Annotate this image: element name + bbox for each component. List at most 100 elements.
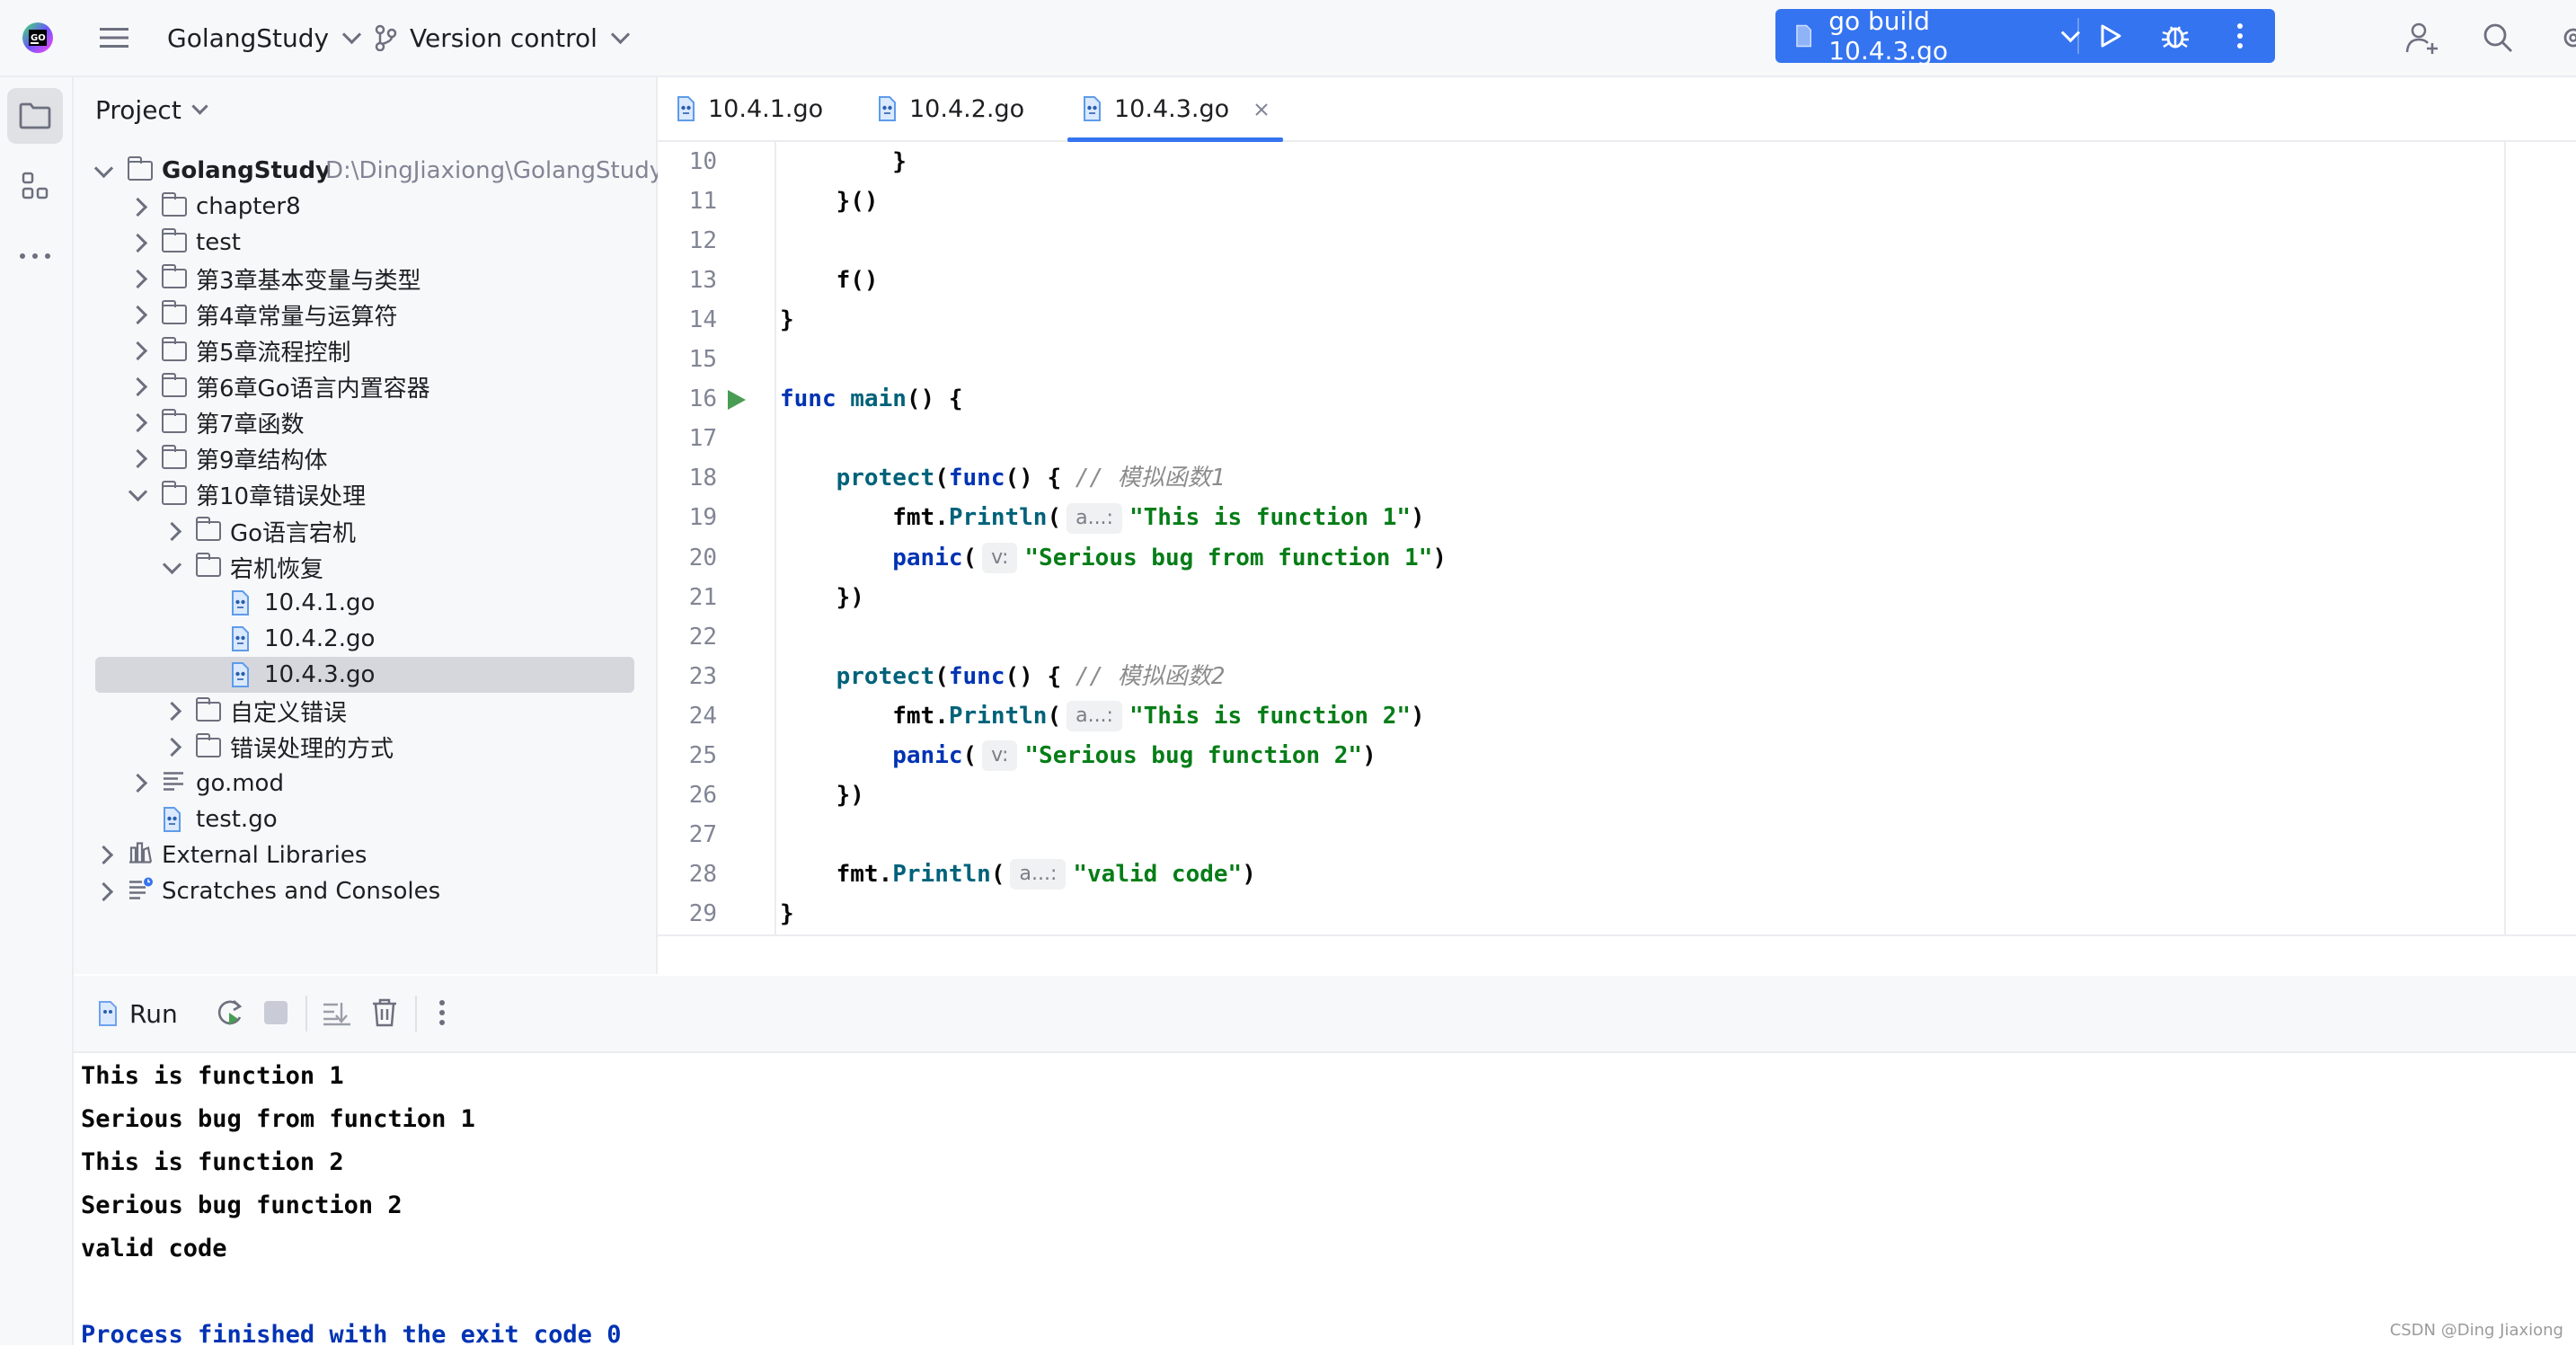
clear-console-button[interactable] — [370, 997, 399, 1032]
tree-item[interactable]: 10.4.3.go — [74, 657, 656, 693]
editor-tab[interactable]: 10.4.2.go — [877, 77, 1024, 140]
scroll-to-end-icon — [322, 999, 352, 1028]
chevron-right-icon[interactable] — [163, 521, 181, 540]
run-more-button[interactable] — [438, 999, 446, 1030]
line-number: 19 — [658, 498, 717, 537]
code-text: protect(func() { // 模拟函数1 — [780, 458, 1225, 498]
tree-item[interactable]: test — [74, 225, 656, 261]
code-text: fmt.Println(a...:"This is function 2") — [780, 696, 1425, 736]
separator — [415, 996, 417, 1032]
code-token: "Serious bug from function 1" — [1024, 545, 1432, 571]
tree-item[interactable]: 第4章常量与运算符 — [74, 297, 656, 332]
folder-icon — [162, 377, 187, 397]
code-line: 22 — [658, 617, 2576, 657]
trash-icon — [370, 997, 399, 1028]
chevron-right-icon[interactable] — [128, 774, 147, 793]
code-token: fmt — [892, 504, 934, 531]
code-token: ( — [1047, 703, 1061, 730]
tree-item[interactable]: test.go — [74, 801, 656, 837]
chevron-right-icon[interactable] — [128, 197, 147, 216]
editor-tab-label: 10.4.3.go — [1114, 95, 1229, 123]
tree-item[interactable]: GolangStudyD:\DingJiaxiong\GolangStudy — [74, 153, 656, 189]
chevron-right-icon[interactable] — [163, 702, 181, 721]
search-everywhere-button[interactable] — [2482, 0, 2514, 75]
tree-item[interactable]: 10.4.2.go — [74, 621, 656, 657]
tree-item[interactable]: 自定义错误 — [74, 694, 656, 730]
vcs-menu[interactable]: Version control — [374, 0, 627, 75]
svg-text:GO: GO — [31, 33, 46, 43]
chevron-down-icon[interactable] — [128, 483, 147, 501]
rerun-button[interactable] — [214, 997, 246, 1033]
folder-icon — [162, 485, 187, 505]
chevron-right-icon[interactable] — [128, 306, 147, 324]
run-tab[interactable]: Run — [129, 976, 178, 1051]
tree-item[interactable]: 第7章函数 — [74, 405, 656, 441]
code-editor[interactable]: 10 }11 }()1213 f()14}1516func main() {17… — [658, 142, 2576, 936]
tree-item[interactable]: Go语言宕机 — [74, 513, 656, 549]
chevron-right-icon[interactable] — [94, 846, 113, 864]
line-number: 26 — [658, 775, 717, 815]
run-gutter-icon[interactable] — [728, 390, 746, 410]
code-token — [780, 663, 837, 690]
code-token: }) — [780, 584, 864, 611]
code-token: f() — [780, 267, 879, 294]
tree-item[interactable]: 10.4.1.go — [74, 585, 656, 621]
line-number: 10 — [658, 142, 717, 182]
chevron-right-icon[interactable] — [128, 449, 147, 468]
chevron-right-icon[interactable] — [128, 377, 147, 396]
run-button[interactable] — [2079, 9, 2142, 63]
project-switcher[interactable]: GolangStudy — [167, 0, 359, 75]
tree-item[interactable]: chapter8 — [74, 189, 656, 225]
editor-tab[interactable]: 10.4.1.go — [676, 77, 823, 140]
structure-tool-button[interactable] — [7, 158, 63, 214]
code-token: "Serious bug function 2" — [1024, 742, 1362, 769]
run-tab-label: Run — [129, 999, 178, 1029]
code-text: fmt.Println(a...:"This is function 1") — [780, 498, 1425, 537]
chevron-down-icon[interactable] — [163, 554, 181, 573]
code-token: () { — [1005, 663, 1075, 690]
tree-item[interactable]: go.mod — [74, 766, 656, 801]
chevron-right-icon[interactable] — [163, 738, 181, 757]
branch-icon — [374, 24, 397, 51]
chevron-down-icon[interactable] — [94, 158, 113, 177]
stop-icon[interactable] — [264, 1001, 288, 1024]
settings-button[interactable] — [2557, 0, 2576, 75]
run-console-output[interactable]: This is function 1Serious bug from funct… — [74, 1053, 2576, 1345]
code-line: 14} — [658, 300, 2576, 340]
more-actions-button[interactable] — [2209, 9, 2271, 63]
tree-item[interactable]: 第5章流程控制 — [74, 333, 656, 369]
tree-item[interactable]: External Libraries — [74, 837, 656, 873]
tree-item[interactable]: Scratches and Consoles — [74, 873, 656, 909]
chevron-down-icon — [611, 24, 630, 43]
gofile-icon — [676, 96, 695, 121]
tree-item[interactable]: 第3章基本变量与类型 — [74, 261, 656, 297]
editor-tab[interactable]: 10.4.3.go — [1082, 77, 1269, 140]
code-text: }) — [780, 578, 864, 617]
more-tools-button[interactable] — [7, 228, 63, 284]
chevron-right-icon[interactable] — [128, 234, 147, 252]
app-logo-icon[interactable]: GO — [20, 0, 56, 75]
tree-item[interactable]: 第10章错误处理 — [74, 477, 656, 513]
chevron-right-icon[interactable] — [94, 881, 113, 900]
close-icon[interactable] — [1254, 95, 1269, 123]
chevron-right-icon[interactable] — [128, 341, 147, 360]
tree-item[interactable]: 第9章结构体 — [74, 441, 656, 477]
folder-icon — [162, 305, 187, 324]
add-user-icon — [2404, 20, 2440, 56]
debug-button[interactable] — [2142, 9, 2209, 63]
chevron-right-icon[interactable] — [128, 270, 147, 288]
gofile-icon — [1082, 96, 1102, 121]
project-tool-button[interactable] — [7, 88, 63, 144]
chevron-right-icon[interactable] — [128, 413, 147, 432]
tree-item[interactable]: 第6章Go语言内置容器 — [74, 369, 656, 405]
gofile-icon — [162, 807, 181, 832]
soft-wrap-button[interactable] — [322, 999, 352, 1032]
project-panel-header[interactable]: Project — [95, 95, 206, 125]
code-with-me-button[interactable] — [2404, 0, 2440, 75]
tree-item[interactable]: 宕机恢复 — [74, 549, 656, 585]
gofile-icon — [877, 96, 897, 121]
run-config-selector[interactable]: go build 10.4.3.go — [1775, 6, 2077, 66]
main-menu-button[interactable] — [99, 0, 129, 75]
code-token: "This is function 2" — [1129, 703, 1411, 730]
tree-item[interactable]: 错误处理的方式 — [74, 730, 656, 766]
